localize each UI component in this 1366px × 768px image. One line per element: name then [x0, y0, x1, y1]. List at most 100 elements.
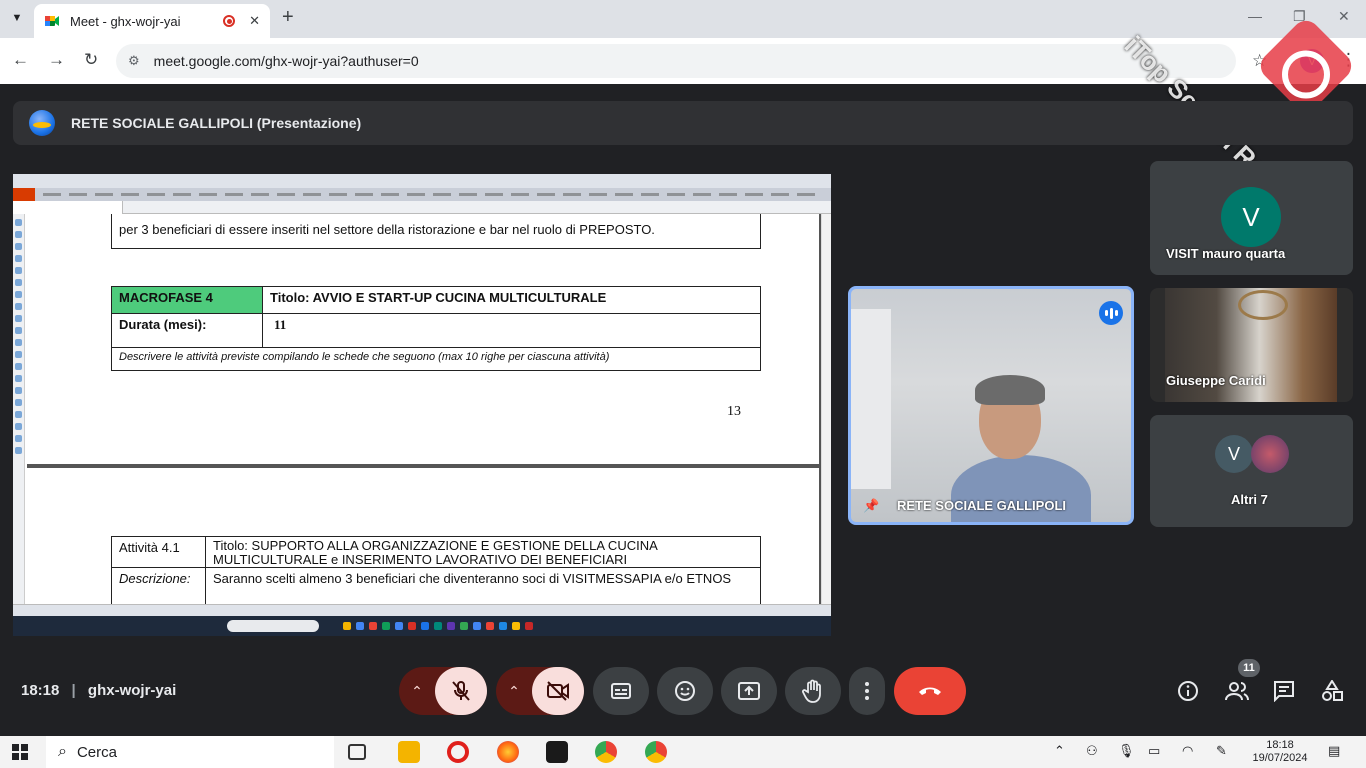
wifi-icon[interactable]: ◠: [1182, 743, 1193, 759]
doc-row-previous: per 3 beneficiari di essere inseriti nel…: [111, 214, 761, 249]
macrofase-label: MACROFASE 4: [119, 290, 213, 305]
mic-off-icon: [452, 681, 470, 701]
taskbar-clock[interactable]: 18:18 19/07/2024: [1252, 739, 1308, 765]
tab-title: Meet - ghx-wojr-yai: [70, 13, 181, 29]
notifications-icon[interactable]: ▤: [1328, 743, 1340, 759]
video-lamp: [1238, 290, 1288, 320]
people-icon[interactable]: [1225, 680, 1249, 702]
participant-tile-mauro[interactable]: V VISIT mauro quarta: [1150, 161, 1353, 275]
camera-off-icon: [547, 681, 569, 701]
address-bar[interactable]: ⚙ meet.google.com/ghx-wojr-yai?authuser=…: [116, 44, 1236, 78]
pin-icon[interactable]: 📌: [863, 498, 879, 514]
tab-close-icon[interactable]: ✕: [249, 13, 260, 29]
captions-icon: [611, 683, 631, 699]
meeting-details-icon[interactable]: [1177, 680, 1199, 702]
chat-icon[interactable]: [1273, 680, 1295, 702]
taskbar-search[interactable]: ⌕ Cerca: [46, 736, 334, 768]
shared-taskbar: [13, 616, 831, 636]
task-view-icon[interactable]: [348, 744, 366, 760]
taskbar-date: 19/07/2024: [1252, 752, 1308, 764]
macrofase-title: Titolo: AVVIO E START-UP CUCINA MULTICUL…: [270, 290, 607, 305]
new-tab-plus-icon[interactable]: +: [282, 6, 294, 29]
shared-taskbar-apps: [343, 622, 533, 630]
mic-toggle-button[interactable]: [435, 667, 487, 715]
minimize-window-icon[interactable]: —: [1248, 8, 1262, 24]
tray-chevron-icon[interactable]: ⌃: [1054, 743, 1065, 759]
doc-line-top: per 3 beneficiari di essere inseriti nel…: [119, 222, 655, 237]
captions-button[interactable]: [593, 667, 649, 715]
participant-tile-others[interactable]: V Altri 7: [1150, 415, 1353, 527]
more-options-button[interactable]: [849, 667, 885, 715]
others-label: Altri 7: [1231, 492, 1268, 507]
meeting-time: 18:18: [21, 682, 60, 699]
reload-icon[interactable]: ↻: [84, 50, 98, 70]
close-window-icon[interactable]: ✕: [1338, 8, 1350, 25]
present-icon: [738, 682, 760, 700]
camera-toggle-button[interactable]: [532, 667, 584, 715]
raise-hand-button[interactable]: [785, 667, 841, 715]
meeting-code: ghx-wojr-yai: [87, 682, 177, 699]
browser-tab-meet[interactable]: Meet - ghx-wojr-yai ✕: [34, 4, 270, 38]
leave-call-button[interactable]: [894, 667, 966, 715]
mic-control-group: ⌃: [399, 667, 487, 715]
participant-tile-giuseppe[interactable]: Giuseppe Caridi: [1150, 288, 1353, 402]
durata-value-cell: 11: [262, 313, 761, 348]
tray-mic-icon[interactable]: 🎙: [1118, 743, 1135, 759]
pdf-document-tab: [13, 201, 123, 214]
windows-taskbar: ⌕ Cerca ⌃ ⚇ 🎙 ▭ ◠ ✎ 18:18 19/07/2024 ▤: [0, 736, 1366, 768]
more-vert-icon: [865, 682, 869, 700]
descrizione-text-cell: Saranno scelti almeno 3 beneficiari che …: [205, 567, 761, 607]
audio-options-chevron-icon[interactable]: ⌃: [399, 683, 435, 700]
itop-recorder-icon[interactable]: [546, 741, 568, 763]
descrizione-text: Saranno scelti almeno 3 beneficiari che …: [213, 571, 732, 586]
shared-taskbar-search: [227, 620, 319, 632]
pdf-quick-toolbar: [13, 174, 831, 188]
forward-arrow-icon[interactable]: →: [48, 50, 65, 70]
speaking-indicator-icon: [1099, 301, 1123, 325]
participant-tile-rete-sociale[interactable]: 📌 RETE SOCIALE GALLIPOLI: [848, 286, 1134, 525]
chrome-profile-icon[interactable]: [645, 741, 667, 763]
url-text: meet.google.com/ghx-wojr-yai?authuser=0: [153, 53, 419, 69]
taskbar-search-text: Cerca: [76, 743, 117, 761]
recording-indicator-icon: [223, 15, 236, 27]
tab-search-chevron-icon[interactable]: ▼: [6, 7, 28, 29]
battery-icon[interactable]: ▭: [1148, 743, 1160, 759]
pdf-ribbon: [13, 188, 831, 201]
opera-icon[interactable]: [447, 741, 469, 763]
durata-label: Durata (mesi):: [119, 317, 207, 332]
hang-up-icon: [919, 687, 941, 695]
descrivere-text: Descrivere le attività previste compilan…: [119, 351, 610, 363]
present-screen-button[interactable]: [721, 667, 777, 715]
macrofase-title-cell: Titolo: AVVIO E START-UP CUCINA MULTICUL…: [262, 286, 761, 314]
page-break: [27, 464, 821, 468]
windows-start-icon[interactable]: [12, 744, 28, 760]
participant-name: VISIT mauro quarta: [1166, 246, 1286, 261]
pdf-side-tools: [13, 214, 25, 614]
pen-icon[interactable]: ✎: [1216, 743, 1227, 759]
video-background-window: [851, 309, 891, 489]
back-arrow-icon[interactable]: ←: [12, 50, 29, 70]
shared-screen[interactable]: per 3 beneficiari di essere inseriti nel…: [13, 174, 831, 636]
macrofase-label-cell: MACROFASE 4: [111, 286, 263, 314]
reactions-button[interactable]: [657, 667, 713, 715]
site-settings-icon[interactable]: ⚙: [128, 53, 140, 69]
browser-tabstrip: ▼ Meet - ghx-wojr-yai ✕ + — ❐ ✕: [0, 0, 1366, 38]
activity-title-line-2: MULTICULTURALE e INSERIMENTO LAVORATIVO …: [213, 552, 628, 567]
participants-count-badge: 11: [1238, 659, 1260, 677]
descrivere-cell: Descrivere le attività previste compilan…: [111, 347, 761, 371]
pdf-file-menu: [13, 188, 35, 201]
browser-toolbar: ← → ↻ ⚙ meet.google.com/ghx-wojr-yai?aut…: [0, 38, 1366, 84]
pdf-document-tabs: [13, 201, 831, 214]
chrome-icon[interactable]: [595, 741, 617, 763]
page-number: 13: [727, 404, 741, 419]
descrizione-label-cell: Descrizione:: [111, 567, 206, 607]
meeting-info: 18:18 | ghx-wojr-yai: [21, 682, 177, 699]
durata-label-cell: Durata (mesi):: [111, 313, 263, 348]
tray-app-icon[interactable]: ⚇: [1086, 743, 1098, 759]
firefox-icon[interactable]: [497, 741, 519, 763]
presentation-header: RETE SOCIALE GALLIPOLI (Presentazione): [13, 101, 1353, 145]
activities-icon[interactable]: [1321, 680, 1343, 702]
participant-avatar: V: [1221, 187, 1281, 247]
video-options-chevron-icon[interactable]: ⌃: [496, 683, 532, 700]
file-explorer-icon[interactable]: [398, 741, 420, 763]
